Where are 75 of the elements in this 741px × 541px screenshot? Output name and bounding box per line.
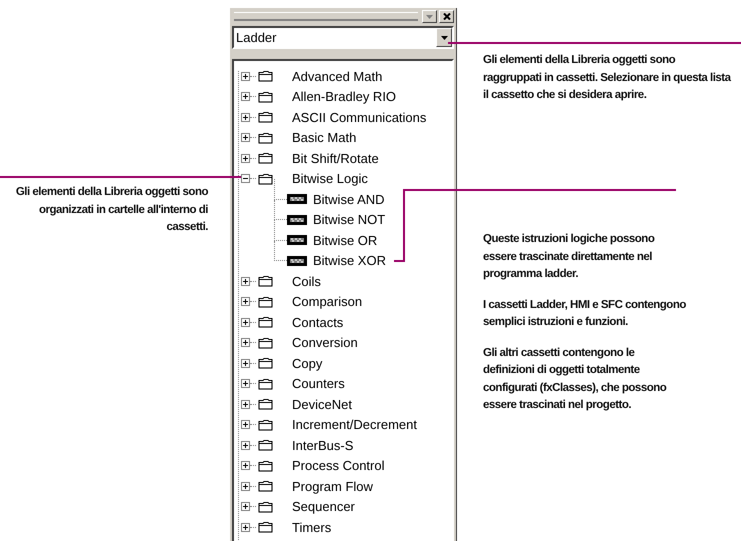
folder-icon — [258, 521, 273, 534]
expand-icon[interactable] — [241, 297, 250, 306]
triangle-icon — [440, 36, 448, 40]
folder-icon — [258, 336, 273, 349]
expand-icon[interactable] — [241, 318, 250, 327]
callout-text: Queste istruzioni logiche possono essere trascinate direttamente nel programma ladder. — [483, 232, 656, 282]
tree-item[interactable]: Increment/Decrement — [292, 417, 417, 432]
tree-item[interactable]: Allen-Bradley RIO — [292, 89, 396, 104]
expand-icon[interactable] — [241, 440, 250, 450]
folder-icon — [258, 480, 273, 492]
dropdown-button[interactable] — [436, 28, 452, 47]
tree-item[interactable]: Sequencer — [292, 499, 355, 514]
folder-icon — [258, 70, 273, 82]
tree-item[interactable]: Counters — [292, 376, 345, 392]
expand-icon[interactable] — [241, 72, 250, 81]
tree-item[interactable]: Bitwise Logic — [292, 171, 368, 186]
callout-text: Gli elementi della Libreria oggetti sono organizzati in cartelle all'interno di cassetti. — [14, 185, 208, 235]
expand-icon[interactable] — [241, 502, 250, 512]
tree-item[interactable]: Bit Shift/Rotate — [292, 150, 379, 166]
folder-icon — [258, 378, 273, 390]
expand-icon[interactable] — [241, 379, 250, 388]
tree-item[interactable]: Advanced Math — [292, 68, 382, 84]
close-icon — [442, 13, 450, 20]
expand-icon[interactable] — [241, 338, 250, 348]
folder-icon — [258, 275, 273, 288]
folder-icon — [258, 111, 273, 124]
folder-icon — [258, 500, 273, 513]
expand-icon[interactable] — [241, 461, 250, 470]
tree-item[interactable]: Bitwise AND — [313, 192, 385, 207]
folder-icon — [258, 316, 273, 328]
tree-item[interactable]: ASCII Communications — [292, 110, 426, 125]
drawer-value: Ladder — [235, 30, 278, 45]
drawer-select[interactable]: Ladder — [232, 26, 454, 49]
tree-item[interactable]: Process Control — [292, 458, 384, 474]
tree-item[interactable]: Bitwise NOT — [313, 212, 386, 228]
tree-item[interactable]: DeviceNet — [292, 396, 352, 412]
tree-item[interactable]: Timers — [292, 520, 332, 535]
folder-icon — [258, 172, 273, 185]
folder-icon — [258, 152, 273, 164]
folder-icon — [258, 418, 273, 431]
tree-item[interactable]: Conversion — [292, 335, 358, 350]
folder-icon — [258, 398, 273, 410]
tree-item[interactable]: Comparison — [292, 294, 362, 310]
tree-item[interactable]: Bitwise OR — [313, 232, 378, 248]
tree-item[interactable]: Program Flow — [292, 478, 373, 494]
folder-icon — [258, 357, 273, 370]
folder-icon — [258, 90, 273, 103]
dropdown-button[interactable] — [422, 10, 437, 23]
expand-icon[interactable] — [241, 92, 250, 102]
close-button[interactable] — [439, 10, 454, 23]
expand-icon[interactable] — [241, 400, 250, 409]
tree-item[interactable]: Basic Math — [292, 130, 356, 146]
callout-text: Gli elementi della Libreria oggetti sono raggruppati in cassetti. Selezionare in questa lista il cassetto che si desidera aprire. — [483, 53, 732, 103]
expand-icon[interactable] — [241, 420, 250, 430]
tree-item[interactable]: Copy — [292, 356, 322, 371]
expand-icon[interactable] — [241, 133, 250, 142]
expand-icon[interactable] — [241, 358, 250, 368]
tree-item[interactable]: Coils — [292, 274, 321, 289]
collapse-icon[interactable] — [241, 174, 250, 184]
expand-icon[interactable] — [241, 154, 250, 163]
expand-icon[interactable] — [241, 522, 250, 532]
expand-icon[interactable] — [241, 112, 250, 122]
callout-text: I cassetti Ladder, HMI e SFC contengono semplici istruzioni e funzioni. — [483, 298, 687, 330]
folder-icon — [258, 439, 273, 452]
folder-icon — [258, 296, 273, 308]
tree-item[interactable]: Bitwise XOR — [313, 253, 386, 268]
triangle-icon — [426, 14, 433, 18]
expand-icon[interactable] — [241, 276, 250, 286]
tree-item[interactable]: Contacts — [292, 314, 344, 330]
tree-item[interactable]: InterBus-S — [292, 438, 354, 453]
folder-icon — [258, 460, 273, 472]
title-grip[interactable] — [234, 12, 418, 21]
expand-icon[interactable] — [241, 482, 250, 491]
folder-icon — [258, 132, 273, 144]
callout-text: Gli altri cassetti contengono le definizioni di oggetti totalmente configurati (fxClasses), che possono essere trascinati nel progetto. — [483, 346, 668, 413]
